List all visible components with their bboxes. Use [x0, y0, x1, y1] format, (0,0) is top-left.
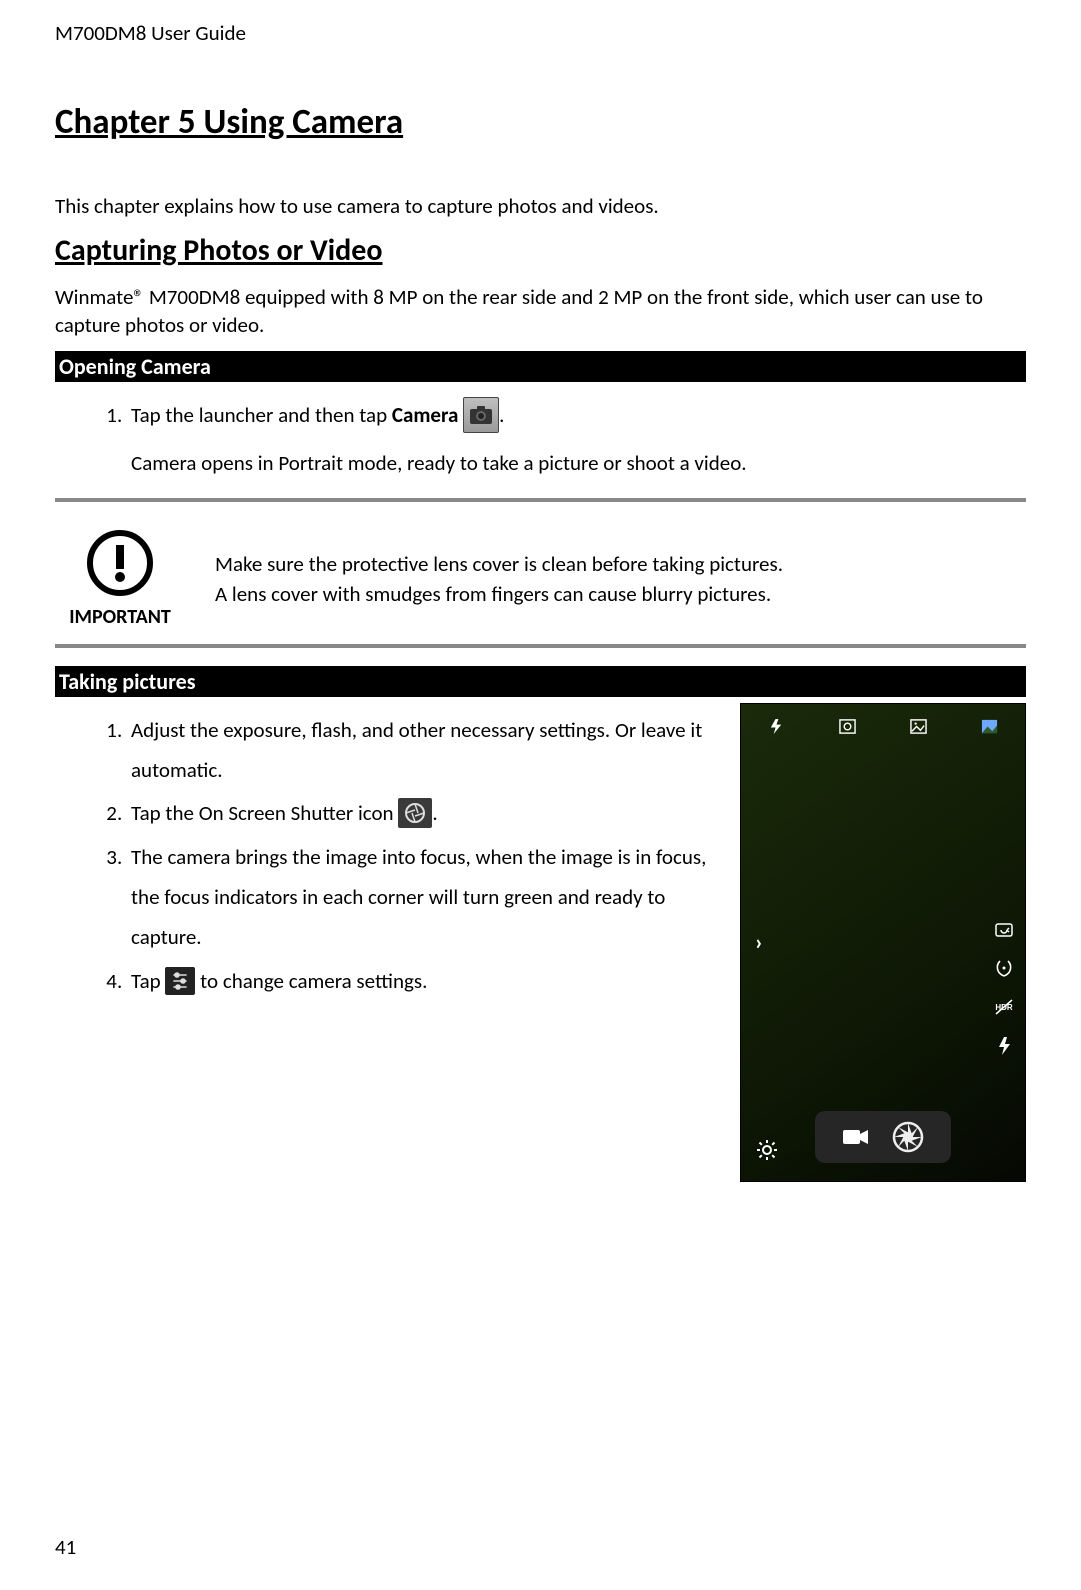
flash-icon[interactable]	[766, 718, 787, 735]
two-column: Adjust the exposure, flash, and other ne…	[55, 697, 1026, 1182]
phone-side-icons: HDR	[993, 918, 1015, 1057]
list-item: Adjust the exposure, flash, and other ne…	[127, 711, 716, 791]
list-item: Tap the On Screen Shutter icon .	[127, 794, 716, 834]
step-text: .	[432, 800, 437, 826]
taking-pictures-steps: Adjust the exposure, flash, and other ne…	[55, 711, 716, 1002]
section-title: Capturing Photos or Video	[55, 232, 1026, 269]
phone-topbar	[741, 718, 1025, 735]
list-item: Tap the launcher and then tap Camera . C…	[127, 396, 1026, 484]
phone-screenshot: › HDR	[740, 703, 1026, 1182]
divider	[55, 647, 1026, 648]
steps-column: Adjust the exposure, flash, and other ne…	[55, 697, 716, 1016]
scene-icon[interactable]	[908, 718, 929, 735]
step-text: Tap the launcher and then tap	[131, 402, 392, 428]
step-text: to change camera settings.	[195, 968, 427, 994]
list-item: The camera brings the image into focus, …	[127, 838, 716, 958]
step-text-bold: Camera	[392, 402, 463, 428]
gallery-icon[interactable]	[979, 718, 1000, 735]
step-text: Tap the On Screen Shutter icon	[131, 800, 398, 826]
subsection-taking-pictures: Taking pictures	[55, 666, 1026, 697]
step-after: Camera opens in Portrait mode, ready to …	[131, 444, 1026, 484]
important-left: IMPORTANT	[55, 531, 185, 629]
document-header: M700DM8 User Guide	[55, 20, 1026, 46]
step-text: .	[499, 402, 504, 428]
important-icon	[86, 529, 154, 603]
shutter-icon[interactable]	[891, 1120, 925, 1154]
important-line1: Make sure the protective lens cover is c…	[215, 550, 783, 579]
chapter-intro: This chapter explains how to use camera …	[55, 193, 1026, 220]
settings-icon	[165, 967, 195, 995]
step-text: Tap	[131, 968, 165, 994]
opening-camera-steps: Tap the launcher and then tap Camera . C…	[55, 396, 1026, 484]
timer-icon[interactable]	[993, 957, 1015, 979]
expand-arrow-icon[interactable]: ›	[755, 929, 763, 956]
camera-icon	[463, 397, 499, 433]
page-number: 41	[55, 1534, 76, 1560]
list-item: Tap to change camera settings.	[127, 962, 716, 1002]
face-detect-icon[interactable]	[837, 718, 858, 735]
video-icon[interactable]	[841, 1125, 871, 1149]
shutter-icon	[398, 798, 432, 828]
switch-camera-icon[interactable]	[993, 918, 1015, 940]
chapter-title: Chapter 5 Using Camera	[55, 101, 1026, 143]
flash-icon[interactable]	[993, 1035, 1015, 1057]
important-text: Make sure the protective lens cover is c…	[215, 550, 783, 609]
important-line2: A lens cover with smudges from fingers c…	[215, 580, 783, 609]
gear-icon[interactable]	[755, 1138, 779, 1167]
subsection-opening-camera: Opening Camera	[55, 351, 1026, 382]
section-intro: Winmate® M700DM8 equipped with 8 MP on t…	[55, 284, 1026, 339]
important-label: IMPORTANT	[55, 605, 185, 629]
phone-shutter-controls	[815, 1111, 951, 1163]
important-block: IMPORTANT Make sure the protective lens …	[55, 516, 1026, 639]
hdr-icon[interactable]: HDR	[993, 996, 1015, 1018]
divider	[55, 501, 1026, 502]
document-page: M700DM8 User Guide Chapter 5 Using Camer…	[0, 0, 1081, 1590]
